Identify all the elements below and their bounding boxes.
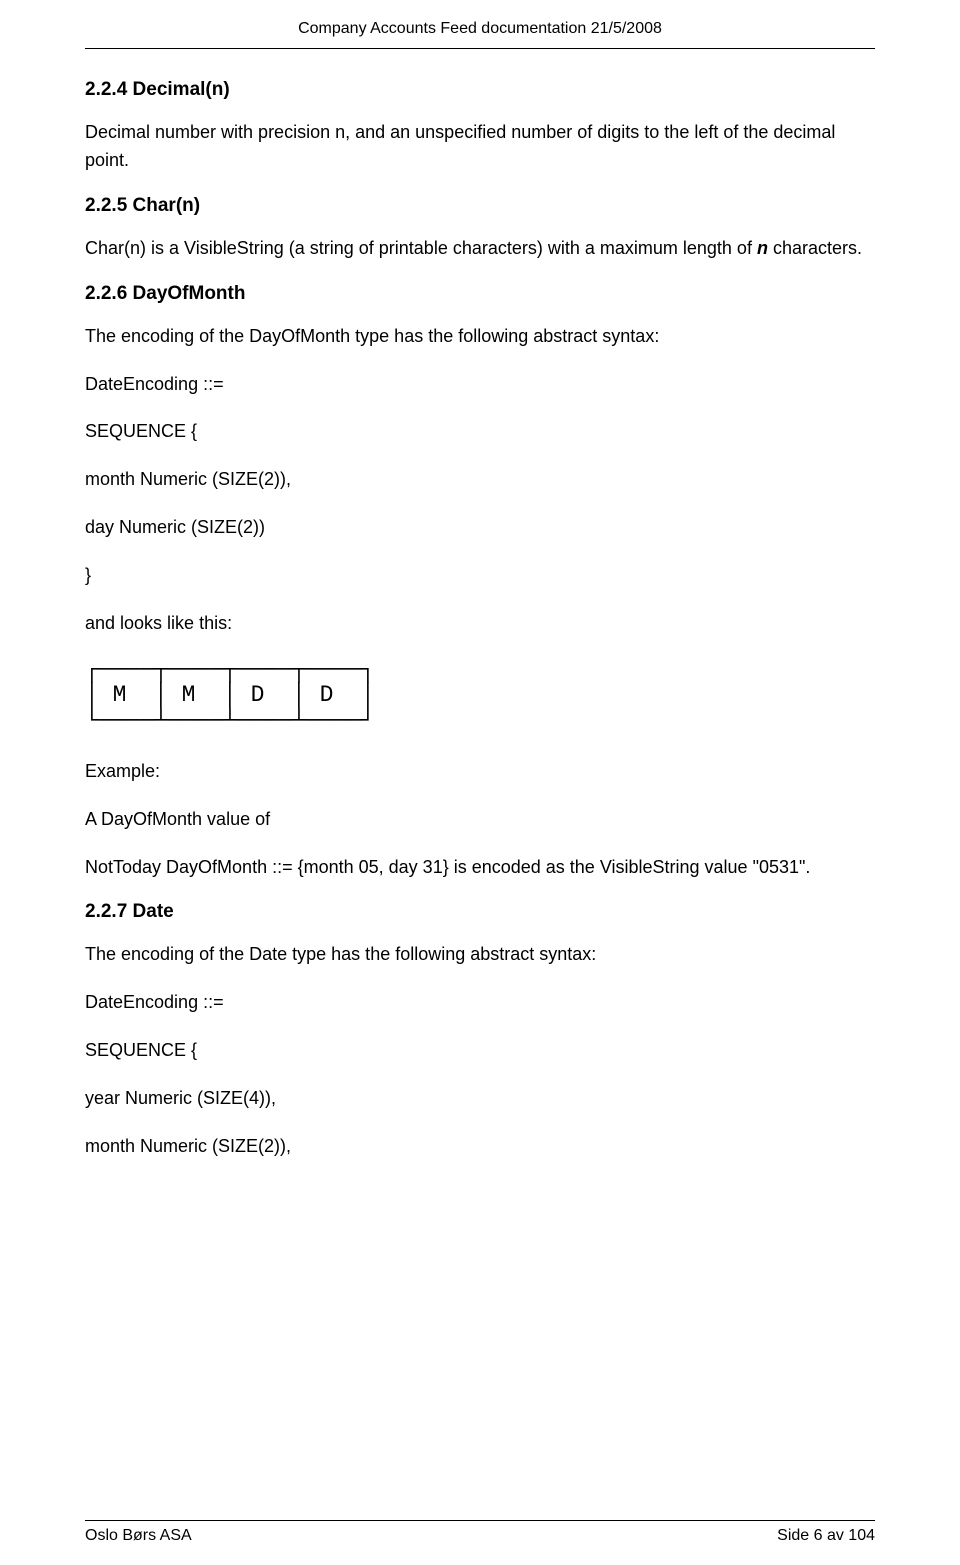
heading-date: 2.2.7 Date: [85, 901, 875, 923]
char-text-post: characters.: [768, 238, 862, 258]
dom-line1: DateEncoding ::=: [85, 371, 875, 399]
dom-example-label: Example:: [85, 758, 875, 786]
dom-line2: SEQUENCE {: [85, 418, 875, 446]
footer-rule: [85, 1520, 875, 1521]
page: Company Accounts Feed documentation 21/5…: [0, 0, 960, 1565]
dom-example-body1: A DayOfMonth value of: [85, 806, 875, 834]
paragraph-decimal: Decimal number with precision n, and an …: [85, 119, 875, 175]
char-bold-n: n: [757, 238, 768, 258]
char-text-pre: Char(n) is a VisibleString (a string of …: [85, 238, 757, 258]
page-header: Company Accounts Feed documentation 21/5…: [85, 20, 875, 38]
dom-diagram: ┌────┬────┬────┬────┐ │ M │ M │ D │ D │ …: [85, 658, 875, 734]
dom-example-body2: NotToday DayOfMonth ::= {month 05, day 3…: [85, 854, 875, 882]
header-rule: [85, 48, 875, 49]
footer-right: Side 6 av 104: [777, 1527, 875, 1545]
dom-looks: and looks like this:: [85, 610, 875, 638]
footer-row: Oslo Børs ASA Side 6 av 104: [85, 1527, 875, 1545]
paragraph-char: Char(n) is a VisibleString (a string of …: [85, 235, 875, 263]
footer-left: Oslo Børs ASA: [85, 1527, 192, 1545]
dayofmonth-intro: The encoding of the DayOfMonth type has …: [85, 323, 875, 351]
date-intro: The encoding of the Date type has the fo…: [85, 941, 875, 969]
heading-dayofmonth: 2.2.6 DayOfMonth: [85, 283, 875, 305]
date-line4: month Numeric (SIZE(2)),: [85, 1133, 875, 1161]
heading-decimal: 2.2.4 Decimal(n): [85, 79, 875, 101]
dom-line4: day Numeric (SIZE(2)): [85, 514, 875, 542]
footer: Oslo Børs ASA Side 6 av 104: [85, 1520, 875, 1545]
date-line1: DateEncoding ::=: [85, 989, 875, 1017]
date-line3: year Numeric (SIZE(4)),: [85, 1085, 875, 1113]
dom-line5: }: [85, 562, 875, 590]
dom-line3: month Numeric (SIZE(2)),: [85, 466, 875, 494]
date-line2: SEQUENCE {: [85, 1037, 875, 1065]
heading-char: 2.2.5 Char(n): [85, 195, 875, 217]
